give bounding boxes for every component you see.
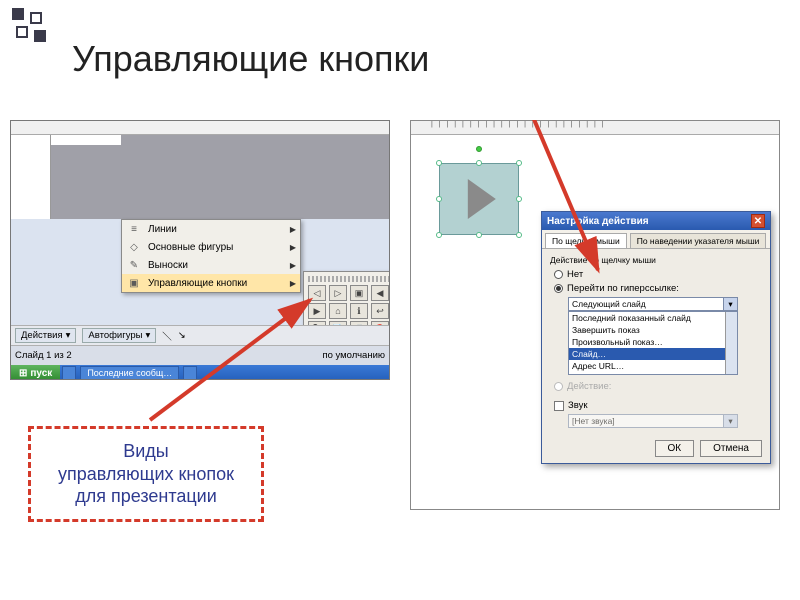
menu-item-label: Основные фигуры — [148, 242, 233, 253]
action-button[interactable]: ▶ — [308, 303, 326, 319]
dialog-titlebar[interactable]: Настройка действия ✕ — [542, 212, 770, 230]
menu-item-lines[interactable]: ≡ Линии ▶ — [122, 220, 300, 238]
select-value: Следующий слайд — [572, 299, 646, 309]
action-settings-dialog: Настройка действия ✕ По щелчку мыши По н… — [541, 211, 771, 464]
callout-line: Виды — [58, 440, 234, 463]
sound-select: [Нет звука] ▾ — [568, 414, 738, 428]
chevron-down-icon[interactable]: ▾ — [723, 298, 737, 310]
dialog-title: Настройка действия — [547, 216, 649, 227]
callouts-icon: ✎ — [126, 258, 142, 272]
scrollbar[interactable] — [725, 312, 737, 374]
checkbox-icon[interactable] — [554, 401, 564, 411]
shapes-icon: ◇ — [126, 240, 142, 254]
chevron-right-icon: ▶ — [290, 279, 296, 288]
annotation-callout: Виды управляющих кнопок для презентации — [28, 426, 264, 522]
sound-label: Звук — [568, 400, 587, 411]
tab-mouse-over[interactable]: По наведении указателя мыши — [630, 233, 767, 248]
slide-thumb-pane — [11, 135, 51, 219]
action-btns-icon: ▣ — [126, 276, 142, 290]
hyperlink-dropdown-list: Последний показанный слайд Завершить пок… — [568, 311, 738, 375]
taskbar-item[interactable] — [62, 366, 76, 380]
palette-drag-handle[interactable] — [308, 276, 390, 282]
radio-icon[interactable] — [554, 270, 563, 279]
play-icon — [468, 179, 496, 219]
action-button[interactable]: ℹ — [350, 303, 368, 319]
powerpoint-slide-with-dialog: | | | | | | | | | | | | | | | | | | | | … — [410, 120, 780, 510]
action-button[interactable]: ⌂ — [329, 303, 347, 319]
callout-line: для презентации — [58, 485, 234, 508]
lines-icon: ≡ — [126, 222, 142, 236]
group-title: Действие по щелчку мыши — [550, 255, 762, 265]
ruler — [11, 121, 389, 135]
list-item[interactable]: Произвольный показ… — [569, 336, 737, 348]
ruler: | | | | | | | | | | | | | | | | | | | | … — [411, 121, 779, 135]
option-run-action[interactable]: Действие: — [554, 381, 762, 392]
slide-counter: Слайд 1 из 2 — [15, 350, 72, 361]
slide-bullet-decoration — [12, 8, 60, 56]
list-item[interactable]: Слайд… — [569, 348, 737, 360]
cancel-button[interactable]: Отмена — [700, 440, 762, 457]
page-title: Управляющие кнопки — [72, 38, 429, 80]
button-label: Действия — [21, 330, 63, 341]
powerpoint-window-crop: ≡ Линии ▶ ◇ Основные фигуры ▶ ✎ Выноски … — [10, 120, 390, 380]
status-default: по умолчанию — [322, 350, 385, 361]
rotate-handle[interactable] — [476, 146, 482, 152]
list-item[interactable]: Последний показанный слайд — [569, 312, 737, 324]
status-bar: Слайд 1 из 2 по умолчанию — [11, 345, 389, 365]
action-button[interactable]: ▣ — [350, 285, 368, 301]
menu-item-label: Выноски — [148, 260, 188, 271]
action-button[interactable]: ◀ — [371, 285, 389, 301]
menu-item-callouts[interactable]: ✎ Выноски ▶ — [122, 256, 300, 274]
option-label: Действие: — [567, 381, 611, 392]
select-value: [Нет звука] — [572, 416, 615, 426]
taskbar-item[interactable] — [183, 366, 197, 380]
button-label: Автофигуры — [88, 330, 142, 341]
actions-menu-button[interactable]: Действия ▾ — [15, 328, 76, 343]
autoshapes-submenu: ≡ Линии ▶ ◇ Основные фигуры ▶ ✎ Выноски … — [121, 219, 301, 293]
chevron-down-icon: ▾ — [723, 415, 737, 427]
tab-mouse-click[interactable]: По щелчку мыши — [545, 233, 627, 248]
list-item[interactable]: Другая презентация PowerPoint… — [569, 372, 737, 375]
chevron-right-icon: ▶ — [290, 225, 296, 234]
ok-button[interactable]: ОК — [655, 440, 695, 457]
hyperlink-select[interactable]: Следующий слайд ▾ — [568, 297, 738, 311]
start-label: пуск — [30, 368, 52, 379]
chevron-right-icon: ▶ — [290, 243, 296, 252]
option-label: Перейти по гиперссылке: — [567, 283, 679, 294]
menu-item-label: Линии — [148, 224, 177, 235]
windows-taskbar: ⊞ пуск Последние сообщ… — [11, 365, 389, 380]
close-icon[interactable]: ✕ — [751, 214, 765, 228]
menu-item-basic-shapes[interactable]: ◇ Основные фигуры ▶ — [122, 238, 300, 256]
radio-icon[interactable] — [554, 284, 563, 293]
option-none[interactable]: Нет — [554, 269, 762, 280]
action-button[interactable]: ▷ — [329, 285, 347, 301]
slide-canvas — [51, 135, 389, 219]
chevron-right-icon: ▶ — [290, 261, 296, 270]
option-label: Нет — [567, 269, 583, 280]
start-button[interactable]: ⊞ пуск — [11, 365, 60, 380]
arrow-tool-icon[interactable]: ↘ — [178, 330, 186, 341]
inserted-action-button-shape[interactable] — [439, 163, 519, 235]
drawing-toolbar: Действия ▾ Автофигуры ▾ ＼ ↘ — [11, 325, 389, 345]
menu-item-action-buttons[interactable]: ▣ Управляющие кнопки ▶ — [122, 274, 300, 292]
list-item[interactable]: Адрес URL… — [569, 360, 737, 372]
autoshapes-menu-button[interactable]: Автофигуры ▾ — [82, 328, 156, 343]
action-button[interactable]: ◁ — [308, 285, 326, 301]
line-tool-icon[interactable]: ＼ — [162, 329, 172, 343]
radio-icon — [554, 382, 563, 391]
menu-item-label: Управляющие кнопки — [148, 278, 247, 289]
sound-checkbox-row[interactable]: Звук — [554, 400, 762, 411]
list-item[interactable]: Завершить показ — [569, 324, 737, 336]
windows-logo-icon: ⊞ — [19, 368, 27, 379]
option-hyperlink[interactable]: Перейти по гиперссылке: — [554, 283, 762, 294]
taskbar-item[interactable]: Последние сообщ… — [80, 366, 179, 380]
action-button[interactable]: ↩ — [371, 303, 389, 319]
callout-line: управляющих кнопок — [58, 463, 234, 486]
